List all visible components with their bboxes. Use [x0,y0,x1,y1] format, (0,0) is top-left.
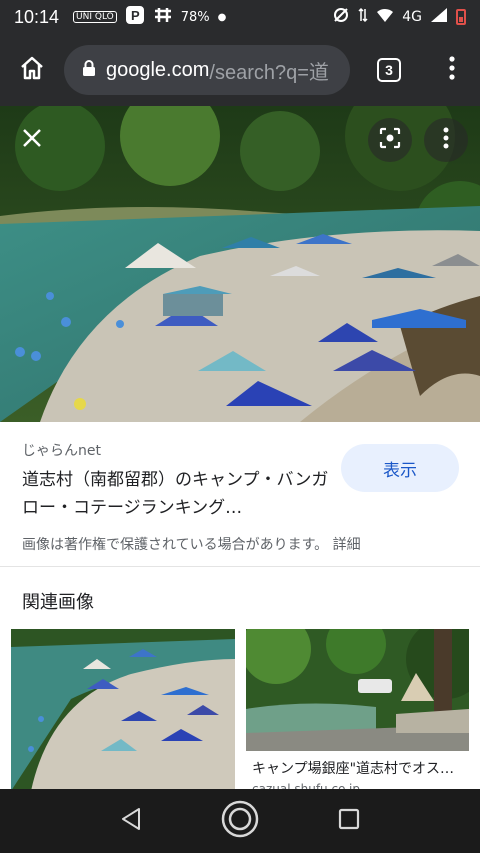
home-button[interactable] [0,34,64,106]
status-time: 10:14 [14,6,60,27]
close-button[interactable] [10,118,54,162]
browser-toolbar: google.com/search?q=道 3 [0,34,480,106]
svg-text:P: P [131,8,140,23]
signal-icon [430,7,448,27]
tab-count: 3 [377,58,401,82]
image-viewer[interactable] [0,106,480,422]
related-caption[interactable]: キャンプ場銀座"道志村でオス… [252,758,470,778]
url-bar[interactable]: google.com/search?q=道 [64,45,350,95]
related-image-2[interactable] [246,629,469,751]
back-button[interactable] [120,807,142,835]
url-path: /search?q=道 [209,61,329,84]
battery-percent-text: 78% [180,9,210,25]
back-icon [121,808,140,830]
p-icon: P [125,5,145,29]
url-host: google.com [106,58,210,81]
system-nav-bar [0,789,480,853]
related-images-heading: 関連画像 [22,592,94,613]
browser-menu-button[interactable] [424,34,480,106]
network-type: 4G [402,9,422,25]
home-circle-icon [221,800,259,838]
home-icon [18,54,46,86]
tab-switcher-button[interactable]: 3 [354,34,424,106]
view-button[interactable]: 表示 [341,444,459,492]
close-icon [22,128,42,152]
wifi-icon [376,7,394,27]
result-info: じゃらんnet 道志村（南都留郡）のキャンプ・バンガロー・コテージランキング… … [0,422,480,568]
copyright-notice[interactable]: 画像は著作権で保護されている場合があります。 詳細 [22,534,361,554]
image-more-button[interactable] [424,118,468,162]
related-image-1[interactable] [11,629,235,791]
result-title[interactable]: 道志村（南都留郡）のキャンプ・バンガロー・コテージランキング… [22,466,332,522]
status-bar: 10:14 UNI QLO P 78% ● 4G [0,0,480,34]
app-icon [153,7,173,27]
lens-icon [379,127,401,153]
dot-icon: ● [217,11,227,23]
lens-search-button[interactable] [368,118,412,162]
battery-icon [456,9,466,25]
recents-button[interactable] [338,808,360,834]
campsite-photo [0,106,480,422]
home-system-button[interactable] [221,800,259,842]
lock-icon [82,59,96,81]
divider [0,566,480,567]
source-site[interactable]: じゃらんnet [22,440,101,460]
vibrate-icon [332,6,350,28]
related-thumbnail [11,629,235,791]
more-vert-icon [443,127,449,153]
data-arrows-icon [358,7,368,27]
more-vert-icon [449,56,455,84]
uniqlo-icon: UNI QLO [73,11,117,23]
recents-icon [339,808,360,830]
related-thumbnail [246,629,469,751]
